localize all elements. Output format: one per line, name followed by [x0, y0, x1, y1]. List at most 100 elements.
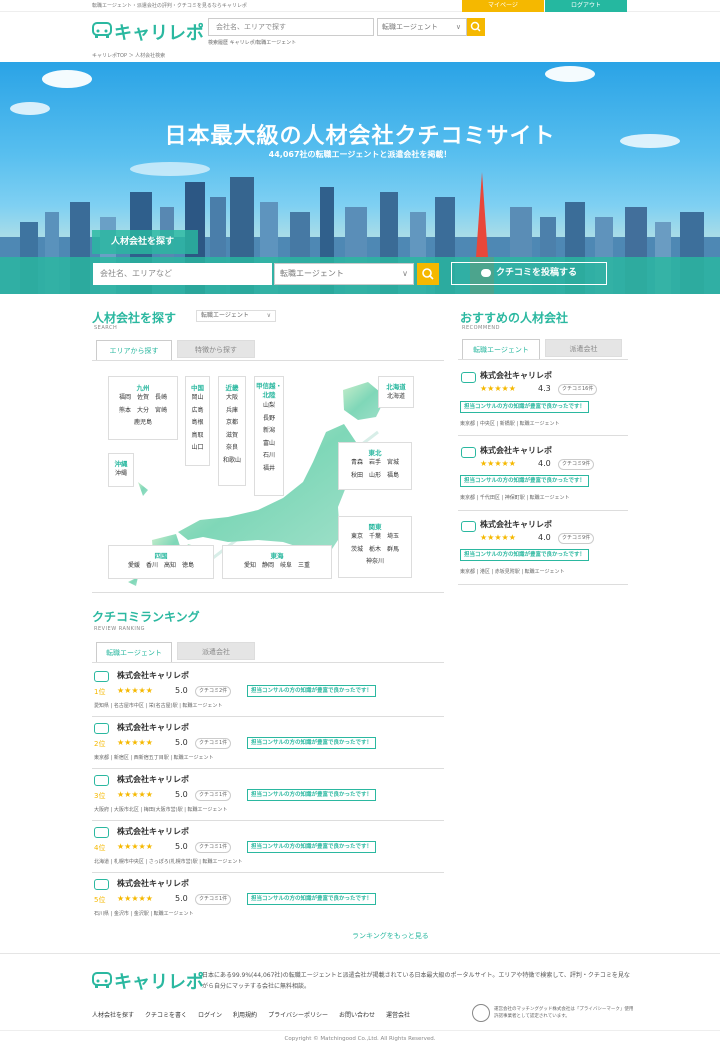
- hero-category-select[interactable]: 転職エージェント ∨: [274, 263, 414, 285]
- review-count-badge[interactable]: クチコミ1件: [195, 894, 232, 905]
- city[interactable]: 岡山: [186, 392, 209, 405]
- tab-recommend-agent[interactable]: 転職エージェント: [462, 339, 540, 359]
- city[interactable]: 京都: [219, 417, 245, 430]
- city-row[interactable]: 茨城 栃木 群馬: [339, 544, 411, 557]
- review-count-badge[interactable]: クチコミ1件: [195, 790, 232, 801]
- footer-logo[interactable]: キャリレポ: [92, 968, 204, 994]
- recommend-item[interactable]: 株式会社キャリレポ ★★★★★ 4.3 クチコミ16件 担当コンサルの方の知識が…: [458, 366, 628, 436]
- ranking-row[interactable]: 3位 株式会社キャリレポ ★★★★★ 5.0 クチコミ1件 担当コンサルの方の知…: [92, 772, 444, 820]
- hero-search-button[interactable]: [417, 263, 439, 285]
- search-history[interactable]: 検索履歴 キャリレポ/転職エージェント: [208, 39, 296, 46]
- mypage-button[interactable]: マイページ: [462, 0, 544, 12]
- logout-button[interactable]: ログアウト: [545, 0, 627, 12]
- city-row[interactable]: 熊本 大分 宮崎: [109, 405, 177, 418]
- company-name[interactable]: 株式会社キャリレポ: [117, 774, 189, 785]
- city[interactable]: 奈良: [219, 442, 245, 455]
- city[interactable]: 長野: [255, 413, 283, 426]
- review-comment[interactable]: 担当コンサルの方の知識が豊富で良かったです！: [247, 841, 377, 853]
- review-count-badge[interactable]: クチコミ9件: [558, 459, 595, 470]
- review-comment[interactable]: 担当コンサルの方の知識が豊富で良かったです！: [460, 549, 590, 561]
- review-count-badge[interactable]: クチコミ1件: [195, 842, 232, 853]
- review-comment[interactable]: 担当コンサルの方の知識が豊富で良かったです！: [247, 893, 377, 905]
- company-name[interactable]: 株式会社キャリレポ: [117, 670, 189, 681]
- city[interactable]: 兵庫: [219, 405, 245, 418]
- city[interactable]: 山口: [186, 442, 209, 455]
- city[interactable]: 広島: [186, 405, 209, 418]
- footer-nav-item[interactable]: お問い合わせ: [339, 1010, 375, 1019]
- region-kinki[interactable]: 近畿 大阪 兵庫 京都 滋賀 奈良 和歌山: [218, 376, 246, 486]
- region-okinawa[interactable]: 沖縄 沖縄: [108, 453, 134, 487]
- city-row[interactable]: 愛知 静岡 岐阜 三重: [223, 560, 331, 573]
- tab-area-search[interactable]: エリアから探す: [96, 340, 172, 360]
- region-shikoku[interactable]: 四国 愛媛 香川 高知 徳島: [108, 545, 214, 579]
- breadcrumb[interactable]: キャリレポTOP ＞ 人材会社検索: [92, 52, 165, 59]
- company-name[interactable]: 株式会社キャリレポ: [117, 826, 189, 837]
- region-koshinetsu-hokuriku[interactable]: 甲信越・北陸 山梨 長野 新潟 富山 石川 福井: [254, 376, 284, 496]
- city[interactable]: 島根: [186, 417, 209, 430]
- post-review-button[interactable]: クチコミを投稿する: [451, 262, 607, 285]
- hero-search-input[interactable]: 会社名、エリアなど: [93, 263, 272, 285]
- review-comment[interactable]: 担当コンサルの方の知識が豊富で良かったです！: [247, 789, 377, 801]
- ranking-row[interactable]: 2位 株式会社キャリレポ ★★★★★ 5.0 クチコミ1件 担当コンサルの方の知…: [92, 720, 444, 768]
- recommend-item[interactable]: 株式会社キャリレポ ★★★★★ 4.0 クチコミ9件 担当コンサルの方の知識が豊…: [458, 441, 628, 511]
- city[interactable]: 大阪: [219, 392, 245, 405]
- ranking-row[interactable]: 5位 株式会社キャリレポ ★★★★★ 5.0 クチコミ1件 担当コンサルの方の知…: [92, 876, 444, 924]
- city-row[interactable]: 神奈川: [339, 556, 411, 569]
- ranking-row[interactable]: 4位 株式会社キャリレポ ★★★★★ 5.0 クチコミ1件 担当コンサルの方の知…: [92, 824, 444, 872]
- tab-recommend-dispatch[interactable]: 派遣会社: [545, 339, 622, 357]
- footer-nav-item[interactable]: 利用規約: [233, 1010, 257, 1019]
- region-kanto[interactable]: 関東 東京 千葉 埼玉 茨城 栃木 群馬 神奈川: [338, 516, 412, 578]
- footer-nav-item[interactable]: クチコミを書く: [145, 1010, 187, 1019]
- review-count-badge[interactable]: クチコミ1件: [195, 738, 232, 749]
- tab-feature-search[interactable]: 特徴から探す: [177, 340, 255, 358]
- footer-nav-item[interactable]: プライバシーポリシー: [268, 1010, 328, 1019]
- city-row[interactable]: 秋田 山形 福島: [339, 470, 411, 483]
- review-count-badge[interactable]: クチコミ16件: [558, 384, 598, 395]
- city-row[interactable]: 東京 千葉 埼玉: [339, 531, 411, 544]
- region-hokkaido[interactable]: 北海道 北海道: [378, 376, 414, 408]
- city[interactable]: 福井: [255, 463, 283, 476]
- header-category-select[interactable]: 転職エージェント ∨: [377, 18, 467, 36]
- region-chugoku[interactable]: 中国 岡山 広島 島根 鳥取 山口: [185, 376, 210, 466]
- search-category-select[interactable]: 転職エージェント ∨: [196, 310, 276, 322]
- region-tokai[interactable]: 東海 愛知 静岡 岐阜 三重: [222, 545, 332, 579]
- recommend-item[interactable]: 株式会社キャリレポ ★★★★★ 4.0 クチコミ9件 担当コンサルの方の知識が豊…: [458, 515, 628, 585]
- city-row[interactable]: 愛媛 香川 高知 徳島: [109, 560, 213, 573]
- city[interactable]: 鳥取: [186, 430, 209, 443]
- company-name[interactable]: 株式会社キャリレポ: [480, 370, 552, 381]
- company-name[interactable]: 株式会社キャリレポ: [480, 519, 552, 530]
- region-kyushu[interactable]: 九州 福岡 佐賀 長崎 熊本 大分 宮崎 鹿児島: [108, 376, 178, 440]
- company-name[interactable]: 株式会社キャリレポ: [480, 445, 552, 456]
- city[interactable]: 石川: [255, 450, 283, 463]
- city-row[interactable]: 鹿児島: [109, 417, 177, 430]
- city[interactable]: 滋賀: [219, 430, 245, 443]
- header-search-input[interactable]: 会社名、エリアで探す: [208, 18, 374, 36]
- city[interactable]: 富山: [255, 438, 283, 451]
- review-comment[interactable]: 担当コンサルの方の知識が豊富で良かったです！: [460, 401, 590, 413]
- ranking-row[interactable]: 1位 株式会社キャリレポ ★★★★★ 5.0 クチコミ2件 担当コンサルの方の知…: [92, 668, 444, 716]
- header-search-button[interactable]: [467, 18, 485, 36]
- company-name[interactable]: 株式会社キャリレポ: [117, 878, 189, 889]
- footer-nav-item[interactable]: 人材会社を探す: [92, 1010, 134, 1019]
- recommend-title: おすすめの人材会社: [460, 311, 569, 325]
- review-comment[interactable]: 担当コンサルの方の知識が豊富で良かったです！: [247, 737, 377, 749]
- footer-nav-item[interactable]: ログイン: [198, 1010, 222, 1019]
- review-count-badge[interactable]: クチコミ9件: [558, 533, 595, 544]
- site-logo[interactable]: キャリレポ: [92, 19, 204, 44]
- city[interactable]: 北海道: [379, 391, 413, 404]
- city[interactable]: 山梨: [255, 400, 283, 413]
- tab-ranking-dispatch[interactable]: 派遣会社: [177, 642, 255, 660]
- city-row[interactable]: 福岡 佐賀 長崎: [109, 392, 177, 405]
- company-name[interactable]: 株式会社キャリレポ: [117, 722, 189, 733]
- review-comment[interactable]: 担当コンサルの方の知識が豊富で良かったです！: [460, 475, 590, 487]
- city[interactable]: 和歌山: [219, 455, 245, 468]
- tab-ranking-agent[interactable]: 転職エージェント: [96, 642, 172, 662]
- footer-nav-item[interactable]: 運営会社: [386, 1010, 410, 1019]
- region-tohoku[interactable]: 東北 青森 岩手 宮城 秋田 山形 福島: [338, 442, 412, 490]
- city-row[interactable]: 青森 岩手 宮城: [339, 457, 411, 470]
- ranking-more-link[interactable]: ランキングをもっと見る: [352, 931, 429, 941]
- city[interactable]: 沖縄: [109, 468, 133, 481]
- city[interactable]: 新潟: [255, 425, 283, 438]
- review-count-badge[interactable]: クチコミ2件: [195, 686, 232, 697]
- review-comment[interactable]: 担当コンサルの方の知識が豊富で良かったです！: [247, 685, 377, 697]
